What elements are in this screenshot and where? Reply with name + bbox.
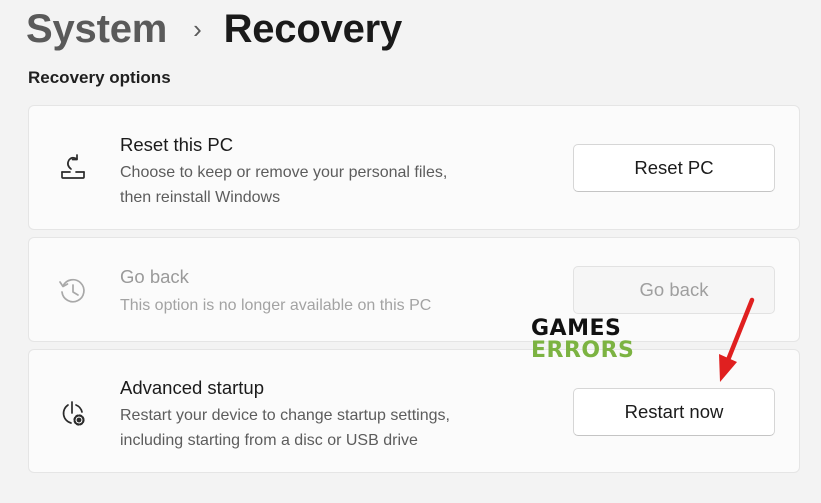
reset-pc-icon bbox=[55, 150, 91, 186]
advanced-startup-title: Advanced startup bbox=[120, 377, 264, 398]
reset-pc-description: Choose to keep or remove your personal f… bbox=[120, 160, 540, 210]
section-title-recovery-options: Recovery options bbox=[28, 68, 171, 87]
watermark-line2: ERRORS bbox=[531, 338, 635, 363]
watermark-line1: GAMES bbox=[531, 316, 622, 341]
advanced-startup-description-line1: Restart your device to change startup se… bbox=[120, 407, 450, 424]
page-title: Recovery bbox=[223, 6, 403, 51]
breadcrumb-parent-system[interactable]: System bbox=[26, 7, 167, 52]
advanced-startup-icon bbox=[55, 395, 91, 431]
reset-pc-button[interactable]: Reset PC bbox=[573, 144, 775, 192]
reset-pc-title: Reset this PC bbox=[120, 134, 234, 155]
advanced-startup-description: Restart your device to change startup se… bbox=[120, 403, 540, 453]
reset-pc-description-line1: Choose to keep or remove your personal f… bbox=[120, 164, 448, 181]
go-back-description: This option is no longer available on th… bbox=[120, 293, 540, 318]
go-back-card: Go back This option is no longer availab… bbox=[28, 237, 800, 342]
advanced-startup-card: Advanced startup Restart your device to … bbox=[28, 349, 800, 473]
advanced-startup-description-line2: including starting from a disc or USB dr… bbox=[120, 432, 418, 449]
reset-pc-card: Reset this PC Choose to keep or remove y… bbox=[28, 105, 800, 230]
games-errors-watermark: GAMES ERRORS bbox=[531, 318, 634, 362]
breadcrumb: System › Recovery bbox=[26, 4, 402, 54]
restart-now-button[interactable]: Restart now bbox=[573, 388, 775, 436]
reset-pc-description-line2: then reinstall Windows bbox=[120, 189, 281, 206]
go-back-title: Go back bbox=[120, 266, 189, 287]
history-icon bbox=[55, 273, 91, 309]
breadcrumb-separator: › bbox=[193, 13, 202, 44]
red-arrow-icon bbox=[708, 296, 758, 384]
go-back-description-line1: This option is no longer available on th… bbox=[120, 297, 432, 314]
